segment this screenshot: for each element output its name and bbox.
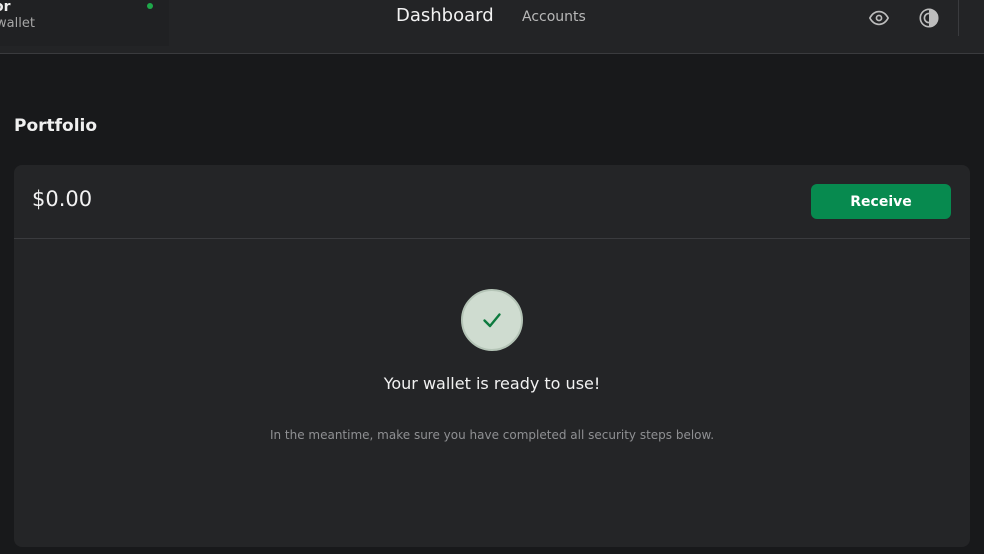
nav-dashboard[interactable]: Dashboard (396, 5, 494, 26)
theme-toggle-button[interactable] (917, 6, 941, 30)
wallet-ready-title: Your wallet is ready to use! (383, 374, 601, 393)
portfolio-card: $0.00 Receive Your wallet is ready to us… (14, 165, 970, 547)
toggle-visibility-button[interactable] (867, 6, 891, 30)
portfolio-balance: $0.00 (32, 187, 93, 211)
connection-status-dot (147, 3, 153, 9)
check-icon (483, 313, 501, 328)
wallet-ready-subtitle: In the meantime, make sure you have comp… (269, 428, 715, 442)
page-title: Portfolio (14, 116, 98, 136)
device-name: or (0, 0, 11, 15)
eye-icon (869, 10, 889, 26)
success-badge (461, 289, 523, 351)
nav-accounts[interactable]: Accounts (522, 9, 586, 25)
theme-toggle-icon (919, 8, 939, 28)
device-subtitle: wallet (0, 16, 35, 31)
top-bar: or wallet Dashboard Accounts (0, 0, 984, 54)
receive-button[interactable]: Receive (811, 184, 951, 219)
topbar-divider (958, 0, 959, 36)
portfolio-card-header: $0.00 Receive (14, 165, 970, 239)
device-selector[interactable]: or wallet (0, 0, 169, 46)
